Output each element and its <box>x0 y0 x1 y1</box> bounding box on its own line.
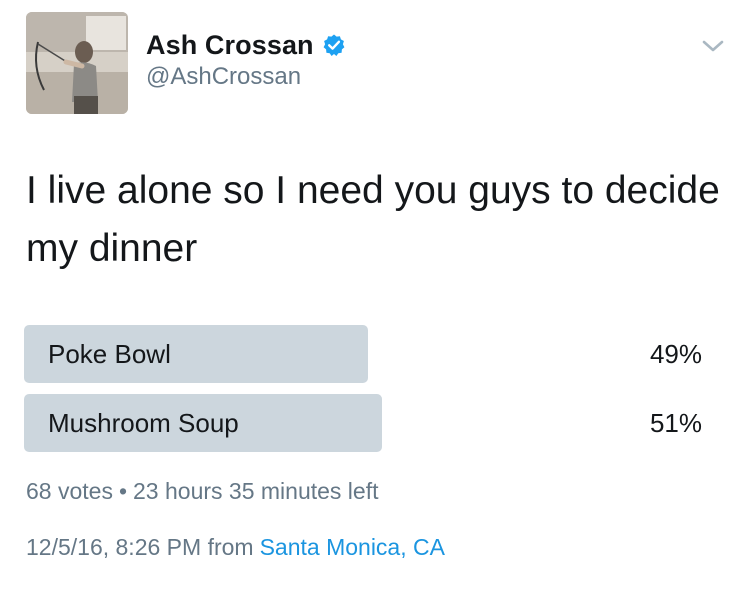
poll-option-percent: 49% <box>649 339 702 369</box>
avatar-photo <box>26 12 128 114</box>
display-name[interactable]: Ash Crossan <box>146 30 314 61</box>
verified-badge-icon <box>322 33 346 57</box>
poll-meta: 68 votes • 23 hours 35 minutes left <box>26 478 379 505</box>
user-handle[interactable]: @AshCrossan <box>146 63 301 91</box>
separator-dot: • <box>118 478 128 504</box>
poll-option: Poke Bowl 49% <box>24 325 702 383</box>
poll-option: Mushroom Soup 51% <box>24 394 702 452</box>
poll-option-label: Mushroom Soup <box>48 408 239 438</box>
avatar[interactable] <box>26 12 128 114</box>
user-name-row: Ash Crossan <box>146 28 346 62</box>
location-link[interactable]: Santa Monica, CA <box>260 534 445 560</box>
timestamp-row: 12/5/16, 8:26 PM from Santa Monica, CA <box>26 534 445 561</box>
chevron-down-icon[interactable] <box>700 36 726 56</box>
poll-option-percent: 51% <box>649 408 702 438</box>
timestamp[interactable]: 12/5/16, 8:26 PM <box>26 534 201 560</box>
poll-option-label: Poke Bowl <box>48 339 171 369</box>
from-label: from <box>207 534 254 560</box>
tweet-text: I live alone so I need you guys to decid… <box>26 169 720 270</box>
time-left: 23 hours 35 minutes left <box>133 478 379 504</box>
vote-count: 68 votes <box>26 478 113 504</box>
